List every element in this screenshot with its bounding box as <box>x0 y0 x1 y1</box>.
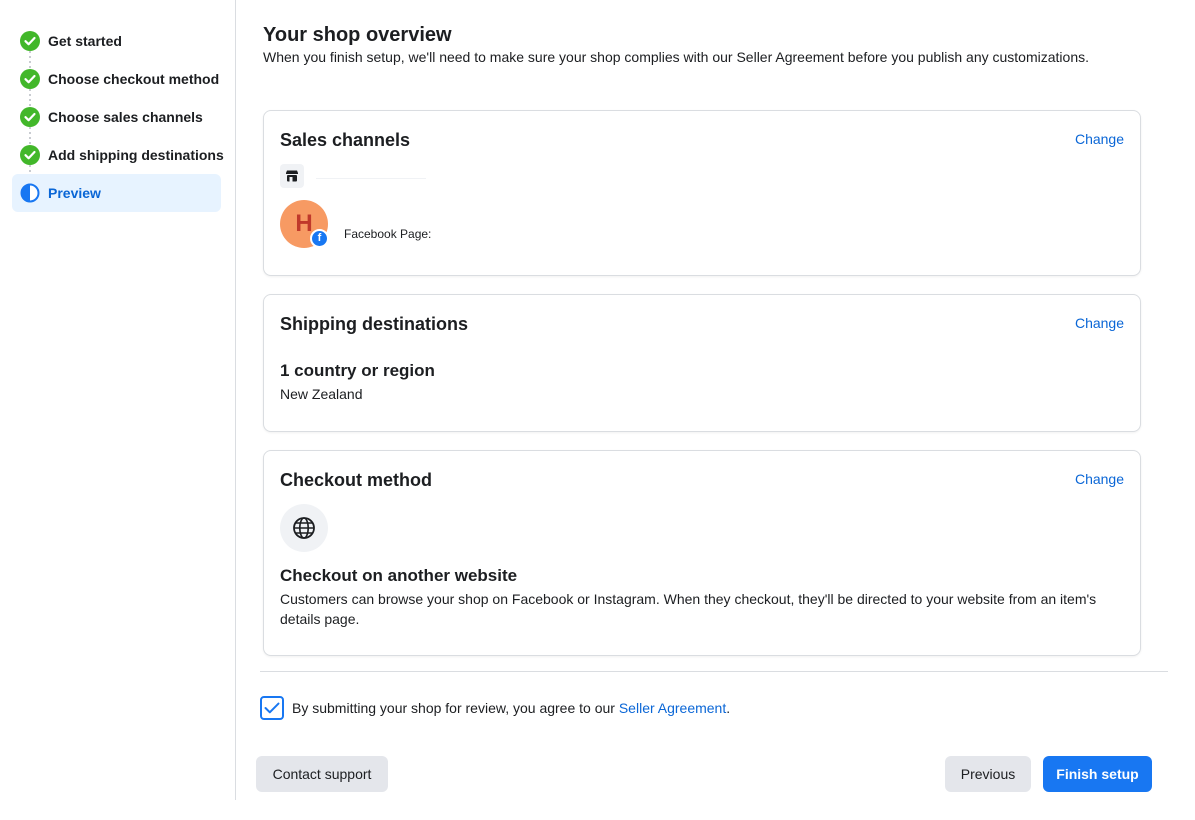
seller-agreement-link[interactable]: Seller Agreement <box>619 700 726 716</box>
step-get-started[interactable]: Get started <box>12 22 221 69</box>
finish-setup-button[interactable]: Finish setup <box>1043 756 1152 792</box>
agreement-text: By submitting your shop for review, you … <box>292 700 730 716</box>
step-label: Get started <box>48 33 122 49</box>
page-title: Your shop overview <box>263 24 452 46</box>
check-circle-icon <box>20 145 40 165</box>
checkout-method-card: Checkout method Change Checkout on anoth… <box>263 450 1141 656</box>
check-circle-icon <box>20 107 40 127</box>
agreement-checkbox[interactable] <box>260 696 284 720</box>
step-label: Choose checkout method <box>48 71 220 87</box>
step-preview[interactable]: Preview <box>12 174 221 212</box>
change-sales-channels-link[interactable]: Change <box>1075 131 1124 147</box>
agreement-suffix: . <box>726 700 731 716</box>
step-list: Get started Choose checkout method Choos… <box>12 22 224 212</box>
check-circle-icon <box>20 69 40 89</box>
seller-agreement-row: By submitting your shop for review, you … <box>260 696 730 720</box>
step-label: Preview <box>48 185 101 201</box>
step-label: Add shipping destinations <box>48 147 224 163</box>
facebook-page-label: Facebook Page: <box>344 227 432 241</box>
checkout-method-description: Customers can browse your shop on Facebo… <box>280 591 1097 627</box>
card-title: Shipping destinations <box>280 314 468 334</box>
check-circle-icon <box>20 31 40 51</box>
facebook-icon: f <box>310 229 329 248</box>
card-title: Sales channels <box>280 130 411 150</box>
setup-stepper: Get started Choose checkout method Choos… <box>0 0 236 800</box>
shop-icon <box>280 164 304 188</box>
sales-channels-card: Sales channels Change H f Facebook Page: <box>263 110 1141 276</box>
globe-icon <box>280 504 328 552</box>
half-circle-progress-icon <box>20 183 40 203</box>
previous-button[interactable]: Previous <box>945 756 1031 792</box>
shipping-count: 1 country or region <box>280 361 435 380</box>
shipping-country: New Zealand <box>280 386 363 402</box>
page-subtitle: When you finish setup, we'll need to mak… <box>263 49 1089 65</box>
checkout-method-title: Checkout on another website <box>280 566 518 585</box>
step-choose-checkout-method[interactable]: Choose checkout method <box>12 60 221 107</box>
step-choose-sales-channels[interactable]: Choose sales channels <box>12 98 221 145</box>
shipping-destinations-card: Shipping destinations Change 1 country o… <box>263 294 1141 432</box>
checkmark-icon <box>264 702 280 714</box>
card-title: Checkout method <box>280 470 433 490</box>
divider <box>260 671 1168 672</box>
step-label: Choose sales channels <box>48 109 203 125</box>
step-add-shipping-destinations[interactable]: Add shipping destinations <box>12 136 224 183</box>
change-shipping-link[interactable]: Change <box>1075 315 1124 331</box>
redacted-shop-name <box>316 178 426 179</box>
contact-support-button[interactable]: Contact support <box>256 756 388 792</box>
agreement-prefix: By submitting your shop for review, you … <box>292 700 619 716</box>
change-checkout-link[interactable]: Change <box>1075 471 1124 487</box>
